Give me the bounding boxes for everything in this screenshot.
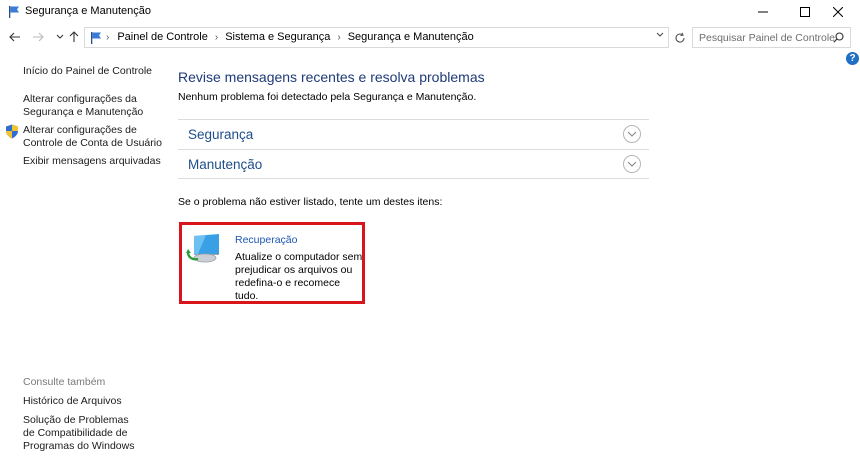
breadcrumb: › Painel de Controle › Sistema e Seguran…: [106, 31, 474, 43]
see-also-link-file-history[interactable]: Histórico de Arquivos: [23, 395, 163, 408]
flag-icon: [9, 6, 19, 18]
recovery-option[interactable]: Recuperação Atualize o computador sem pr…: [179, 222, 365, 304]
breadcrumb-chevron-icon[interactable]: ›: [337, 32, 340, 43]
page-title: Revise mensagens recentes e resolva prob…: [178, 69, 485, 85]
back-button[interactable]: [7, 29, 23, 45]
breadcrumb-item[interactable]: Painel de Controle: [117, 31, 208, 43]
window-title: Segurança e Manutenção: [25, 5, 151, 17]
search-input[interactable]: Pesquisar Painel de Controle: [699, 32, 835, 44]
flag-icon: [91, 32, 101, 44]
address-bar[interactable]: › Painel de Controle › Sistema e Seguran…: [84, 27, 669, 48]
see-also-heading: Consulte também: [23, 376, 106, 388]
sidebar-link-security-settings[interactable]: Alterar configurações da Segurança e Man…: [23, 93, 163, 119]
search-box[interactable]: Pesquisar Painel de Controle: [692, 27, 851, 48]
breadcrumb-chevron-icon[interactable]: ›: [215, 32, 218, 43]
recovery-icon: [186, 234, 219, 263]
section-maintenance[interactable]: Manutenção: [178, 149, 649, 179]
close-icon: [833, 7, 843, 17]
forward-button[interactable]: [30, 29, 46, 45]
recovery-description: Atualize o computador sem prejudicar os …: [235, 251, 363, 302]
back-arrow-icon: [9, 32, 20, 42]
refresh-icon: [675, 32, 685, 43]
forward-arrow-icon: [33, 32, 44, 42]
title-bar: Segurança e Manutenção: [0, 0, 860, 24]
chevron-down-icon[interactable]: [623, 125, 641, 143]
section-security-label: Segurança: [188, 127, 254, 142]
minimize-button[interactable]: [740, 0, 786, 24]
see-also-link-compatibility-troubleshooter[interactable]: Solução de Problemas de Compatibilidade …: [23, 414, 143, 453]
shield-icon: [6, 124, 18, 139]
up-button[interactable]: [66, 29, 82, 45]
breadcrumb-item[interactable]: Sistema e Segurança: [225, 31, 330, 43]
sidebar-link-control-panel-home[interactable]: Início do Painel de Controle: [23, 65, 163, 78]
sidebar: Início do Painel de Controle Alterar con…: [0, 54, 168, 467]
breadcrumb-chevron-icon[interactable]: ›: [106, 32, 109, 43]
close-button[interactable]: [815, 0, 860, 24]
sidebar-link-uac-settings[interactable]: Alterar configurações de Controle de Con…: [23, 124, 163, 150]
up-arrow-icon: [69, 31, 79, 42]
refresh-button[interactable]: [671, 27, 688, 48]
hint-text: Se o problema não estiver listado, tente…: [178, 196, 443, 208]
help-icon[interactable]: ?: [846, 52, 859, 65]
recovery-title-link[interactable]: Recuperação: [235, 234, 297, 246]
page-subtitle: Nenhum problema foi detectado pela Segur…: [178, 91, 477, 103]
minimize-icon: [758, 11, 768, 13]
address-dropdown-icon[interactable]: [656, 30, 664, 41]
breadcrumb-item[interactable]: Segurança e Manutenção: [348, 31, 474, 43]
chevron-down-icon: [56, 34, 64, 39]
section-security[interactable]: Segurança: [178, 119, 649, 149]
navigation-bar: › Painel de Controle › Sistema e Seguran…: [0, 26, 860, 48]
section-maintenance-label: Manutenção: [188, 157, 263, 172]
chevron-down-icon[interactable]: [623, 155, 641, 173]
search-icon[interactable]: [833, 32, 844, 43]
maximize-icon: [800, 7, 810, 17]
sidebar-link-archived-messages[interactable]: Exibir mensagens arquivadas: [23, 155, 163, 168]
